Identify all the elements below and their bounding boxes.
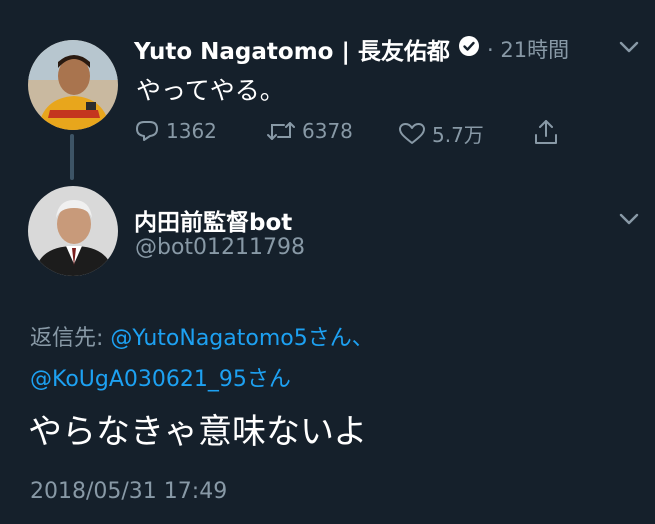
like-button[interactable]: 5.7万 [398, 119, 484, 148]
share-button[interactable] [532, 118, 566, 146]
retweet-icon [267, 122, 295, 140]
like-count: 5.7万 [432, 123, 484, 147]
reply-handle[interactable]: @bot01211798 [135, 235, 305, 260]
retweet-count: 6378 [302, 119, 353, 143]
reply-author-name[interactable]: 内田前監督bot [134, 203, 292, 237]
avatar-nagatomo[interactable] [28, 40, 118, 130]
reply-to-line-1: 返信先: @YutoNagatomo5さん、 [30, 320, 374, 352]
reply-timestamp: 2018/05/31 17:49 [30, 479, 228, 504]
chevron-down-icon[interactable] [619, 212, 639, 226]
reply-button[interactable]: 1362 [134, 119, 217, 143]
reply-to-link-2[interactable]: @KoUgA030621_95さん [30, 361, 291, 393]
reply-count: 1362 [166, 119, 217, 143]
avatar-bot[interactable] [28, 186, 118, 276]
thread-line [70, 134, 74, 180]
retweet-button[interactable]: 6378 [266, 119, 353, 143]
tweet-time[interactable]: · 21時間 [487, 34, 569, 64]
author-name[interactable]: Yuto Nagatomo | 長友佑都 [134, 32, 450, 66]
like-icon [399, 122, 425, 144]
chevron-down-icon[interactable] [619, 40, 639, 54]
reply-to-label: 返信先: [30, 326, 104, 351]
reply-text: やらなきゃ意味ないよ [28, 412, 368, 452]
reply-icon [136, 121, 158, 141]
tweet-text: やってやる。 [136, 76, 285, 105]
reply-to-link-1[interactable]: @YutoNagatomo5さん、 [110, 326, 373, 351]
verified-icon [459, 36, 479, 56]
share-icon [535, 120, 557, 144]
